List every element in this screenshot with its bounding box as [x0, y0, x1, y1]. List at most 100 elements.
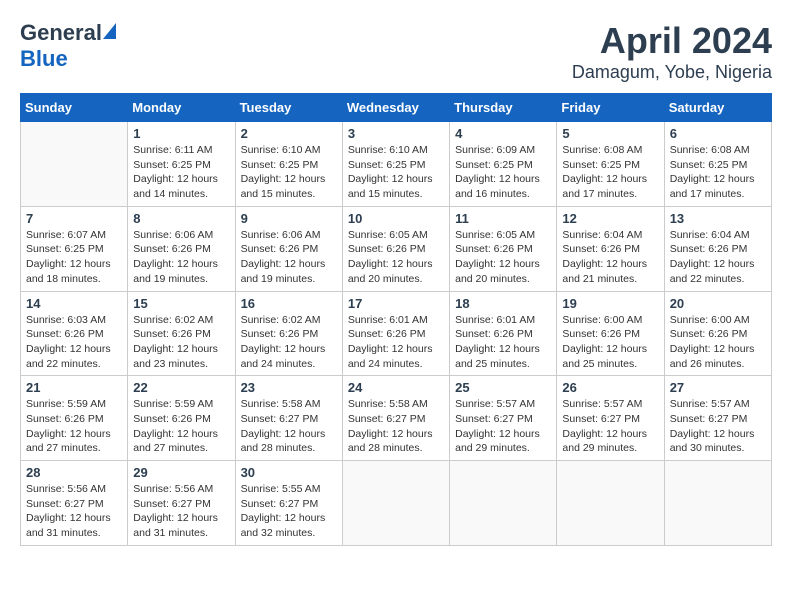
calendar-week-row: 28 Sunrise: 5:56 AMSunset: 6:27 PMDayligh… [21, 461, 772, 546]
day-number: 16 [241, 296, 337, 311]
day-info: Sunrise: 6:10 AMSunset: 6:25 PMDaylight:… [241, 143, 337, 202]
calendar-header-friday: Friday [557, 94, 664, 122]
calendar-week-row: 21 Sunrise: 5:59 AMSunset: 6:26 PMDayligh… [21, 376, 772, 461]
day-info: Sunrise: 5:58 AMSunset: 6:27 PMDaylight:… [348, 397, 444, 456]
calendar-cell [342, 461, 449, 546]
calendar-cell: 29 Sunrise: 5:56 AMSunset: 6:27 PMDayligh… [128, 461, 235, 546]
day-info: Sunrise: 6:04 AMSunset: 6:26 PMDaylight:… [670, 228, 766, 287]
day-number: 27 [670, 380, 766, 395]
day-number: 6 [670, 126, 766, 141]
day-number: 14 [26, 296, 122, 311]
title-block: April 2024 Damagum, Yobe, Nigeria [572, 20, 772, 83]
calendar-cell: 2 Sunrise: 6:10 AMSunset: 6:25 PMDaylight… [235, 122, 342, 207]
day-number: 7 [26, 211, 122, 226]
logo-triangle-icon [103, 23, 116, 39]
day-info: Sunrise: 6:08 AMSunset: 6:25 PMDaylight:… [670, 143, 766, 202]
calendar-cell: 4 Sunrise: 6:09 AMSunset: 6:25 PMDaylight… [450, 122, 557, 207]
calendar-cell: 28 Sunrise: 5:56 AMSunset: 6:27 PMDayligh… [21, 461, 128, 546]
day-info: Sunrise: 6:03 AMSunset: 6:26 PMDaylight:… [26, 313, 122, 372]
day-info: Sunrise: 5:56 AMSunset: 6:27 PMDaylight:… [133, 482, 229, 541]
calendar-cell: 13Sunrise: 6:04 AMSunset: 6:26 PMDayligh… [664, 206, 771, 291]
day-info: Sunrise: 6:01 AMSunset: 6:26 PMDaylight:… [455, 313, 551, 372]
day-number: 3 [348, 126, 444, 141]
calendar-cell: 10 Sunrise: 6:05 AMSunset: 6:26 PMDayligh… [342, 206, 449, 291]
calendar-header-sunday: Sunday [21, 94, 128, 122]
day-info: Sunrise: 6:06 AMSunset: 6:26 PMDaylight:… [133, 228, 229, 287]
day-number: 30 [241, 465, 337, 480]
day-info: Sunrise: 6:05 AMSunset: 6:26 PMDaylight:… [348, 228, 444, 287]
day-number: 26 [562, 380, 658, 395]
day-number: 25 [455, 380, 551, 395]
day-number: 18 [455, 296, 551, 311]
day-number: 5 [562, 126, 658, 141]
calendar-title: April 2024 [572, 20, 772, 62]
logo-general-text: General [20, 20, 102, 46]
day-info: Sunrise: 5:56 AMSunset: 6:27 PMDaylight:… [26, 482, 122, 541]
calendar-table: SundayMondayTuesdayWednesdayThursdayFrid… [20, 93, 772, 546]
calendar-week-row: 14 Sunrise: 6:03 AMSunset: 6:26 PMDayligh… [21, 291, 772, 376]
day-number: 21 [26, 380, 122, 395]
calendar-header-tuesday: Tuesday [235, 94, 342, 122]
calendar-cell: 23 Sunrise: 5:58 AMSunset: 6:27 PMDayligh… [235, 376, 342, 461]
day-number: 4 [455, 126, 551, 141]
day-info: Sunrise: 6:06 AMSunset: 6:26 PMDaylight:… [241, 228, 337, 287]
day-info: Sunrise: 6:00 AMSunset: 6:26 PMDaylight:… [670, 313, 766, 372]
day-number: 28 [26, 465, 122, 480]
day-number: 1 [133, 126, 229, 141]
page-header: General Blue April 2024 Damagum, Yobe, N… [20, 20, 772, 83]
day-info: Sunrise: 6:08 AMSunset: 6:25 PMDaylight:… [562, 143, 658, 202]
logo: General Blue [20, 20, 116, 72]
day-info: Sunrise: 5:59 AMSunset: 6:26 PMDaylight:… [133, 397, 229, 456]
calendar-cell: 11Sunrise: 6:05 AMSunset: 6:26 PMDayligh… [450, 206, 557, 291]
day-info: Sunrise: 6:10 AMSunset: 6:25 PMDaylight:… [348, 143, 444, 202]
calendar-header-saturday: Saturday [664, 94, 771, 122]
calendar-cell: 16Sunrise: 6:02 AMSunset: 6:26 PMDayligh… [235, 291, 342, 376]
calendar-cell: 17Sunrise: 6:01 AMSunset: 6:26 PMDayligh… [342, 291, 449, 376]
calendar-header-thursday: Thursday [450, 94, 557, 122]
day-info: Sunrise: 6:07 AMSunset: 6:25 PMDaylight:… [26, 228, 122, 287]
calendar-cell: 26 Sunrise: 5:57 AMSunset: 6:27 PMDayligh… [557, 376, 664, 461]
calendar-header-monday: Monday [128, 94, 235, 122]
day-number: 29 [133, 465, 229, 480]
calendar-cell: 19Sunrise: 6:00 AMSunset: 6:26 PMDayligh… [557, 291, 664, 376]
calendar-cell [450, 461, 557, 546]
calendar-cell: 20Sunrise: 6:00 AMSunset: 6:26 PMDayligh… [664, 291, 771, 376]
day-info: Sunrise: 5:57 AMSunset: 6:27 PMDaylight:… [562, 397, 658, 456]
calendar-cell: 15 Sunrise: 6:02 AMSunset: 6:26 PMDayligh… [128, 291, 235, 376]
day-info: Sunrise: 5:57 AMSunset: 6:27 PMDaylight:… [670, 397, 766, 456]
day-number: 22 [133, 380, 229, 395]
calendar-cell: 21 Sunrise: 5:59 AMSunset: 6:26 PMDayligh… [21, 376, 128, 461]
calendar-cell: 30 Sunrise: 5:55 AMSunset: 6:27 PMDayligh… [235, 461, 342, 546]
day-number: 10 [348, 211, 444, 226]
calendar-cell: 24Sunrise: 5:58 AMSunset: 6:27 PMDayligh… [342, 376, 449, 461]
calendar-week-row: 7 Sunrise: 6:07 AMSunset: 6:25 PMDaylight… [21, 206, 772, 291]
day-number: 15 [133, 296, 229, 311]
day-info: Sunrise: 6:11 AMSunset: 6:25 PMDaylight:… [133, 143, 229, 202]
day-info: Sunrise: 6:05 AMSunset: 6:26 PMDaylight:… [455, 228, 551, 287]
calendar-cell: 1 Sunrise: 6:11 AMSunset: 6:25 PMDaylight… [128, 122, 235, 207]
calendar-cell: 25 Sunrise: 5:57 AMSunset: 6:27 PMDayligh… [450, 376, 557, 461]
day-info: Sunrise: 5:59 AMSunset: 6:26 PMDaylight:… [26, 397, 122, 456]
calendar-cell: 3 Sunrise: 6:10 AMSunset: 6:25 PMDaylight… [342, 122, 449, 207]
day-info: Sunrise: 6:02 AMSunset: 6:26 PMDaylight:… [133, 313, 229, 372]
calendar-subtitle: Damagum, Yobe, Nigeria [572, 62, 772, 83]
calendar-cell: 9Sunrise: 6:06 AMSunset: 6:26 PMDaylight… [235, 206, 342, 291]
day-info: Sunrise: 6:04 AMSunset: 6:26 PMDaylight:… [562, 228, 658, 287]
calendar-cell: 18 Sunrise: 6:01 AMSunset: 6:26 PMDayligh… [450, 291, 557, 376]
logo-blue-text: Blue [20, 46, 68, 72]
day-number: 23 [241, 380, 337, 395]
calendar-header-row: SundayMondayTuesdayWednesdayThursdayFrid… [21, 94, 772, 122]
day-number: 2 [241, 126, 337, 141]
calendar-cell: 6 Sunrise: 6:08 AMSunset: 6:25 PMDaylight… [664, 122, 771, 207]
day-info: Sunrise: 6:09 AMSunset: 6:25 PMDaylight:… [455, 143, 551, 202]
calendar-cell: 8 Sunrise: 6:06 AMSunset: 6:26 PMDaylight… [128, 206, 235, 291]
day-info: Sunrise: 5:55 AMSunset: 6:27 PMDaylight:… [241, 482, 337, 541]
day-info: Sunrise: 5:57 AMSunset: 6:27 PMDaylight:… [455, 397, 551, 456]
day-number: 8 [133, 211, 229, 226]
calendar-cell: 14 Sunrise: 6:03 AMSunset: 6:26 PMDayligh… [21, 291, 128, 376]
calendar-cell: 5 Sunrise: 6:08 AMSunset: 6:25 PMDaylight… [557, 122, 664, 207]
day-info: Sunrise: 5:58 AMSunset: 6:27 PMDaylight:… [241, 397, 337, 456]
calendar-header-wednesday: Wednesday [342, 94, 449, 122]
day-info: Sunrise: 6:00 AMSunset: 6:26 PMDaylight:… [562, 313, 658, 372]
calendar-cell: 22 Sunrise: 5:59 AMSunset: 6:26 PMDayligh… [128, 376, 235, 461]
